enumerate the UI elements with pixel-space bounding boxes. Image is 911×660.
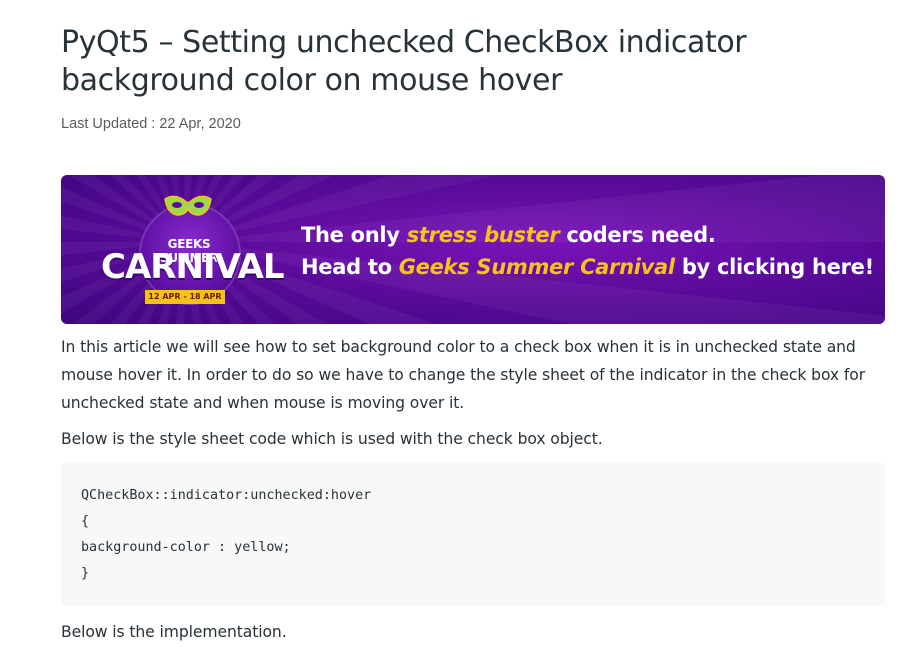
banner-line-2: Head to Geeks Summer Carnival by clickin… — [301, 251, 874, 283]
summer-carnival-banner[interactable]: GEEKS SUMMER CARNIVAL 12 APR - 18 APR Th… — [61, 175, 885, 324]
banner-headline: The only stress buster coders need. Head… — [301, 219, 874, 283]
article-content: In this article we will see how to set b… — [61, 333, 885, 641]
banner-line-2-end: by clicking here! — [674, 255, 874, 279]
banner-line-1: The only stress buster coders need. — [301, 219, 874, 251]
banner-line-2-highlight: Geeks Summer Carnival — [398, 255, 675, 279]
article-title: PyQt5 – Setting unchecked CheckBox indic… — [61, 25, 747, 98]
article: PyQt5 – Setting unchecked CheckBox indic… — [61, 0, 885, 641]
paragraph-intro: In this article we will see how to set b… — [61, 338, 866, 412]
paragraph-stylesheet-intro: Below is the style sheet code which is u… — [61, 430, 603, 448]
banner-line-2-start: Head to — [301, 255, 399, 279]
code-text: QCheckBox::indicator:unchecked:hover { b… — [81, 488, 372, 581]
carnival-logo: GEEKS SUMMER CARNIVAL 12 APR - 18 APR — [101, 193, 285, 308]
logo-main-text: CARNIVAL — [101, 247, 285, 287]
banner-line-1-highlight: stress buster — [406, 223, 560, 247]
mask-icon — [164, 195, 212, 216]
banner-line-1-start: The only — [301, 223, 407, 247]
banner-line-1-end: coders need. — [559, 223, 716, 247]
last-updated: Last Updated : 22 Apr, 2020 — [61, 116, 241, 132]
paragraph-implementation: Below is the implementation. — [61, 623, 287, 641]
code-block[interactable]: QCheckBox::indicator:unchecked:hover { b… — [61, 462, 885, 606]
logo-date-ribbon: 12 APR - 18 APR — [145, 290, 225, 304]
